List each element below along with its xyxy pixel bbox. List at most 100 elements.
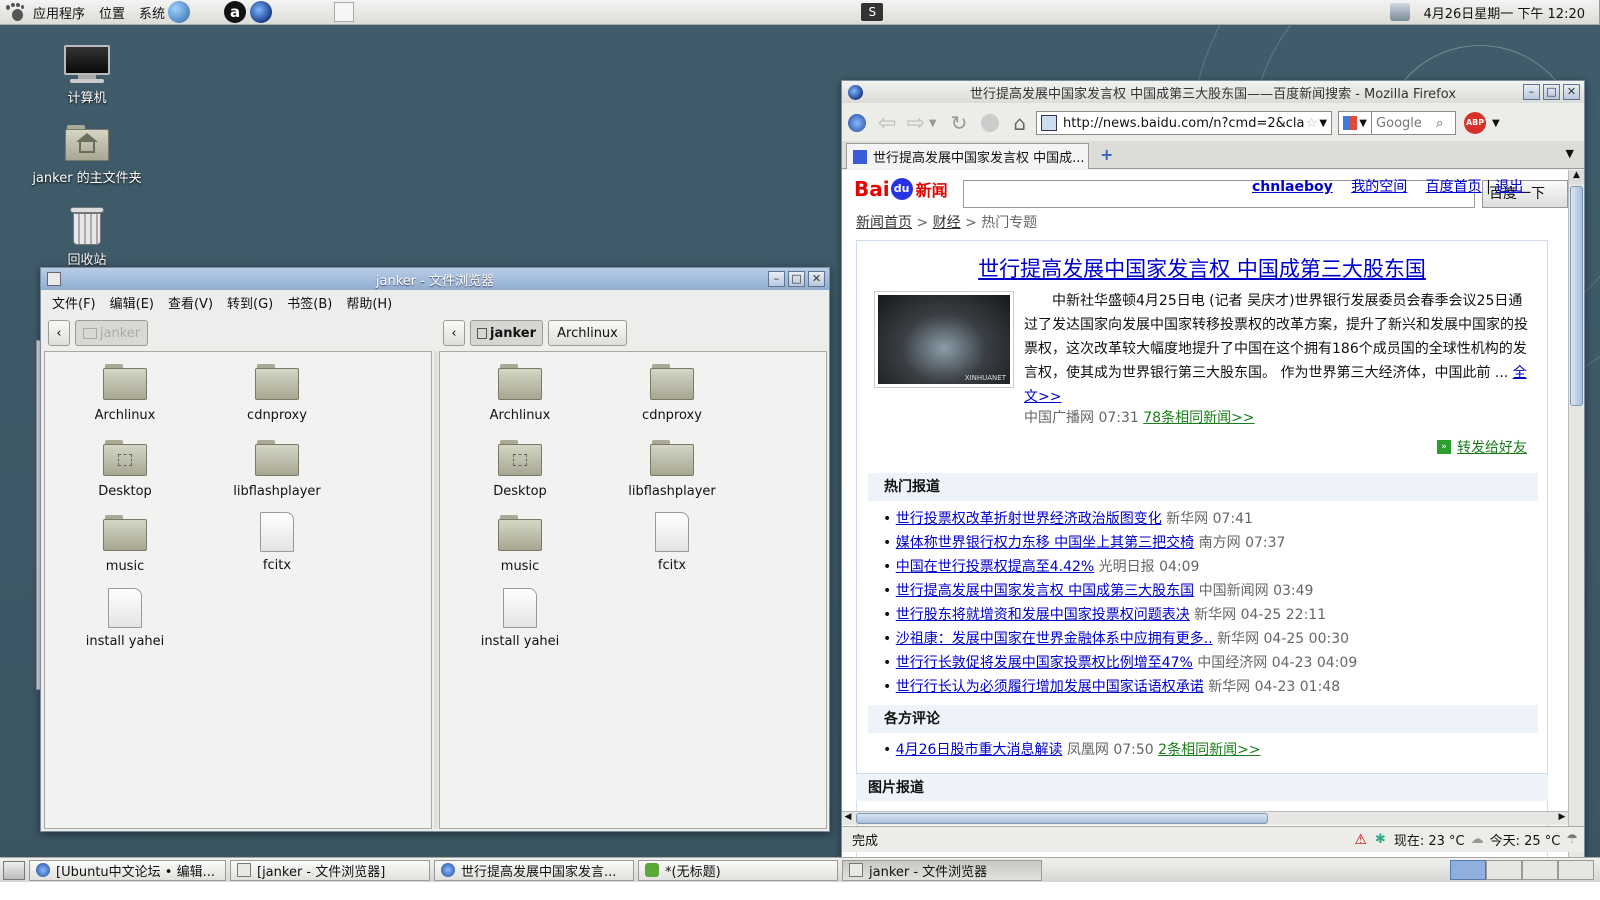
related-news-link[interactable]: 78条相同新闻>> [1143,410,1254,426]
task-button[interactable]: 世行提高发展中国家发言... [434,859,634,881]
menu-help[interactable]: 帮助(H) [339,293,399,312]
url-dropdown-icon[interactable]: ▼ [1319,118,1327,129]
file-item[interactable]: libflashplayer [212,440,342,499]
file-item[interactable]: Archlinux [60,364,190,423]
reload-icon[interactable]: ↻ [951,111,968,135]
firefox-titlebar[interactable]: 世行提高发展中国家发言权 中国成第三大股东国——百度新闻搜索 - Mozilla… [842,81,1584,103]
clock[interactable]: 4月26日星期一 下午 12:20 [1416,0,1599,25]
file-browser-titlebar[interactable]: janker - 文件浏览器 – □ ✕ [41,268,829,290]
baidu-logo[interactable]: Bai du 新闻 [854,174,948,204]
menu-places[interactable]: 位置 [92,0,132,25]
network-globe-icon[interactable] [168,1,191,23]
scroll-up-icon[interactable]: ▲ [1569,170,1584,184]
left-path-back-button[interactable]: ‹ [48,320,70,346]
file-item[interactable]: cdnproxy [607,364,737,423]
screen-applet-icon[interactable]: S [861,3,884,21]
maximize-button[interactable]: □ [1543,84,1560,100]
maximize-button[interactable]: □ [788,271,805,287]
user-link-home[interactable]: 百度首页 [1426,179,1482,195]
workspace-3[interactable] [1522,860,1558,880]
file-item[interactable]: music [455,515,585,574]
task-button-active[interactable]: janker - 文件浏览器 [842,859,1042,881]
user-link-name[interactable]: chnlaeboy [1252,179,1333,195]
file-item[interactable]: Desktop [455,440,585,499]
hot-news-link[interactable]: 世行行长认为必须履行增加发展中国家话语权承诺 [896,679,1204,695]
network-status-icon[interactable] [1390,3,1411,21]
launcher-a-icon[interactable]: a [224,1,247,23]
scroll-right-icon[interactable]: ▶ [1556,812,1568,822]
menu-applications[interactable]: 应用程序 [26,0,92,25]
desktop-icon-computer[interactable]: 计算机 [17,45,157,106]
file-item[interactable]: music [60,515,190,574]
headline-link[interactable]: 世行提高发展中国家发言权 中国成第三大股东国 [857,253,1547,283]
comment-link[interactable]: 4月26日股市重大消息解读 [896,742,1063,758]
minimize-button[interactable]: – [768,271,785,287]
related-news-link[interactable]: 2条相同新闻>> [1158,742,1260,758]
firefox-menu-icon[interactable] [848,114,866,132]
menu-go[interactable]: 转到(G) [220,293,280,312]
weather-plugin-icon[interactable]: ✱ [1375,832,1386,847]
hot-news-link[interactable]: 世行提高发展中国家发言权 中国成第三大股东国 [896,583,1194,599]
file-item[interactable]: fcitx [212,512,342,573]
vertical-scrollbar[interactable]: ▲ ▼ [1568,170,1584,890]
left-file-pane[interactable]: Archlinux cdnproxy Desktop libflashplaye… [44,351,432,829]
hot-news-link[interactable]: 中国在世行投票权提高至4.42% [896,559,1094,575]
history-dropdown-icon[interactable]: ▼ [929,118,937,129]
toolbar-overflow-icon[interactable]: ▼ [1492,118,1500,129]
adblock-icon[interactable]: ABP [1464,112,1487,134]
bookmark-star-icon[interactable]: ☆ [1306,116,1318,131]
forward-icon[interactable]: ⇨ [906,111,924,136]
back-icon[interactable]: ⇦ [878,111,896,136]
menu-file[interactable]: 文件(F) [45,293,103,312]
hot-news-link[interactable]: 世行股东将就增资和发展中国家投票权问题表决 [896,607,1190,623]
desktop-icon-trash[interactable]: 回收站 [17,205,157,268]
search-input[interactable] [1376,115,1437,131]
new-tab-icon[interactable]: + [1100,145,1113,164]
window-menu-icon[interactable] [47,272,61,286]
breadcrumb-finance[interactable]: 财经 [933,215,961,231]
desktop-icon-home[interactable]: janker 的主文件夹 [17,125,157,186]
file-item[interactable]: libflashplayer [607,440,737,499]
hot-news-link[interactable]: 沙祖康：发展中国家在世界金融体系中应拥有更多.. [896,631,1213,647]
tab-list-icon[interactable]: ▼ [1566,147,1574,160]
hot-news-link[interactable]: 媒体称世界银行权力东移 中国坐上其第三把交椅 [896,535,1194,551]
hot-news-link[interactable]: 世行投票权改革折射世界经济政治版图变化 [896,511,1162,527]
task-button[interactable]: [janker - 文件浏览器] [230,859,430,881]
warning-icon[interactable]: ⚠ [1354,832,1367,848]
h-scrollbar-thumb[interactable] [856,813,1268,824]
scroll-left-icon[interactable]: ◀ [842,812,854,822]
firefox-launcher-icon[interactable] [250,1,273,23]
search-icon[interactable]: ⌕ [1436,116,1443,131]
left-path-janker[interactable]: janker [75,320,148,346]
scrollbar-thumb[interactable] [1570,186,1583,406]
horizontal-scrollbar-visible[interactable]: ◀ ▶ [842,811,1568,825]
pane-splitter[interactable] [434,351,438,829]
file-item[interactable]: install yahei [60,588,190,649]
tab-active[interactable]: 世行提高发展中国家发言权 中国成... [846,143,1089,169]
workspace-2[interactable] [1486,860,1522,880]
menu-bookmarks[interactable]: 书签(B) [280,293,339,312]
close-button[interactable]: ✕ [808,271,825,287]
file-item[interactable]: cdnproxy [212,364,342,423]
right-file-pane[interactable]: Archlinux cdnproxy Desktop libflashplaye… [439,351,827,829]
file-item[interactable]: install yahei [455,588,585,649]
forward-to-friend[interactable]: » 转发给好友 [1437,437,1527,457]
file-item[interactable]: fcitx [607,512,737,573]
task-button[interactable]: [Ubuntu中文论坛 • 编辑... [29,859,226,881]
file-item[interactable]: Desktop [60,440,190,499]
menu-view[interactable]: 查看(V) [161,293,220,312]
user-link-space[interactable]: 我的空间 [1351,179,1407,195]
right-path-back-button[interactable]: ‹ [443,320,465,346]
news-photo[interactable]: XINHUANET [874,291,1014,388]
url-bar[interactable]: http://news.baidu.com/n?cmd=2&clas: ☆ ▼ [1036,111,1333,135]
search-engine-button[interactable]: ▼ [1338,111,1373,135]
menu-system[interactable]: 系统 [132,0,172,25]
site-identity-icon[interactable] [1041,115,1058,131]
right-path-archlinux[interactable]: Archlinux [548,320,627,346]
home-icon[interactable]: ⌂ [1013,111,1026,135]
notes-applet-icon[interactable] [334,2,355,22]
workspace-switcher[interactable] [1450,860,1594,880]
user-link-logout[interactable]: 退出 [1495,179,1523,195]
show-desktop-icon[interactable] [3,860,25,880]
file-item[interactable]: Archlinux [455,364,585,423]
